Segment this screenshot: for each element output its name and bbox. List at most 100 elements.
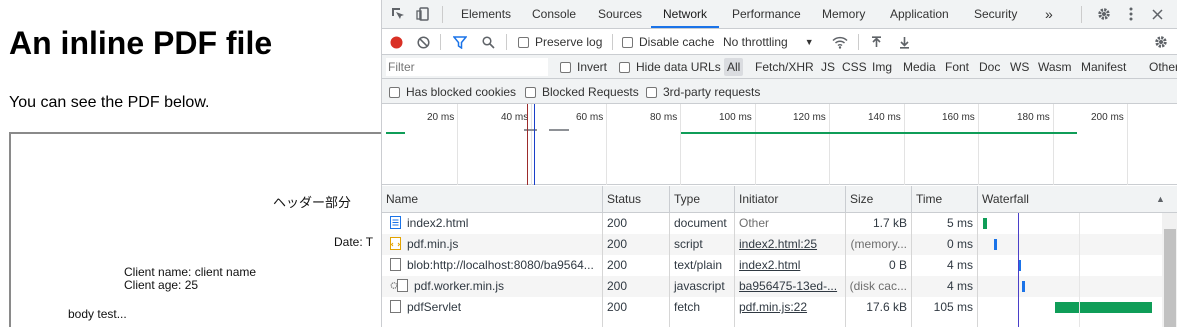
tab-network[interactable]: Network — [651, 0, 720, 28]
sort-ascending-icon[interactable]: ▲ — [1156, 194, 1165, 204]
column-divider — [734, 213, 735, 327]
tab-application[interactable]: Application — [890, 0, 949, 28]
scrollbar-thumb[interactable] — [1164, 229, 1176, 327]
filter-type-manifest[interactable]: Manifest — [1078, 58, 1129, 76]
filter-type-wasm[interactable]: Wasm — [1035, 58, 1075, 76]
filter-type-fetch-xhr[interactable]: Fetch/XHR — [752, 58, 817, 76]
invert-checkbox[interactable]: Invert — [560, 60, 607, 74]
cell-time: 5 ms — [946, 216, 973, 230]
filter-type-other[interactable]: Other — [1146, 58, 1177, 76]
table-row[interactable]: pdf.worker.min.js 200 javascript ba956475-1… — [382, 276, 1162, 297]
filter-type-js[interactable]: JS — [818, 58, 838, 76]
record-icon[interactable] — [388, 34, 404, 50]
scrollbar[interactable] — [1162, 213, 1177, 327]
gear-file-icon — [390, 278, 408, 297]
cell-size: (memory... — [850, 237, 907, 251]
overview-tick-label: 20 ms — [427, 112, 455, 123]
cell-type: text/plain — [674, 258, 723, 272]
table-row[interactable]: pdf.min.js 200 script index2.html:25 (memory… — [382, 234, 1162, 255]
column-header-time[interactable]: Time — [911, 186, 977, 213]
cell-size: 17.6 kB — [866, 300, 907, 314]
import-har-icon[interactable] — [868, 34, 884, 50]
checkbox-box[interactable] — [518, 36, 529, 48]
preserve-log-checkbox[interactable]: Preserve log — [518, 35, 602, 49]
filter-input[interactable] — [386, 58, 548, 76]
settings-gear-icon[interactable] — [1096, 6, 1112, 22]
filter-type-css[interactable]: CSS — [839, 58, 870, 76]
network-conditions-icon[interactable] — [831, 34, 849, 50]
filter-type-all[interactable]: All — [724, 58, 744, 76]
filter-type-doc[interactable]: Doc — [976, 58, 1003, 76]
cell-initiator[interactable]: ba956475-13ed-... — [734, 276, 845, 297]
tab-sources[interactable]: Sources — [598, 0, 642, 28]
more-tabs-icon[interactable]: » — [1045, 0, 1053, 28]
tab-security[interactable]: Security — [974, 0, 1017, 28]
request-name: blob:http://localhost:8080/ba9564... — [407, 258, 594, 272]
web-page: An inline PDF file You can see the PDF b… — [0, 0, 381, 327]
timeline-overview[interactable]: 20 ms 40 ms 60 ms 80 ms 100 ms 120 ms 14… — [382, 104, 1177, 185]
tab-performance[interactable]: Performance — [732, 0, 801, 28]
column-header-waterfall[interactable]: Waterfall — [977, 186, 1177, 213]
hide-data-urls-checkbox[interactable]: Hide data URLs — [619, 60, 721, 74]
overview-tick-label: 100 ms — [719, 112, 752, 123]
checkbox-box[interactable] — [622, 36, 633, 48]
clear-icon[interactable] — [415, 34, 431, 50]
file-icon — [390, 299, 401, 318]
table-row[interactable]: blob:http://localhost:8080/ba9564... 200 t… — [382, 255, 1162, 276]
device-toolbar-icon[interactable] — [415, 6, 431, 22]
inspect-element-icon[interactable] — [390, 6, 406, 22]
dom-content-loaded-line — [534, 104, 535, 185]
third-party-checkbox[interactable]: 3rd-party requests — [646, 85, 760, 99]
filter-funnel-icon[interactable] — [452, 34, 468, 50]
throttling-select[interactable]: No throttling ▼ — [723, 35, 814, 49]
overview-tick-label: 60 ms — [576, 112, 604, 123]
checkbox-box[interactable] — [646, 86, 657, 98]
checkbox-box[interactable] — [619, 61, 630, 73]
checkbox-box[interactable] — [389, 86, 400, 98]
cell-name: pdfServlet — [382, 297, 602, 318]
toolbar-divider — [1081, 6, 1082, 23]
disable-cache-checkbox[interactable]: Disable cache — [622, 35, 714, 49]
column-divider — [669, 213, 670, 327]
checkbox-box[interactable] — [525, 86, 536, 98]
filter-type-media[interactable]: Media — [900, 58, 939, 76]
script-icon — [390, 236, 401, 255]
search-icon[interactable] — [480, 34, 496, 50]
table-row[interactable]: index2.html 200 document Other 1.7 kB 5 ms — [382, 213, 1162, 234]
column-header-initiator[interactable]: Initiator — [734, 186, 845, 213]
tab-memory[interactable]: Memory — [822, 0, 865, 28]
devtools-tab-bar: Elements Console Sources Network Perform… — [382, 0, 1177, 29]
filter-type-ws[interactable]: WS — [1007, 58, 1032, 76]
cell-time: 4 ms — [946, 279, 973, 293]
column-header-status[interactable]: Status — [602, 186, 669, 213]
checkbox-box[interactable] — [560, 61, 571, 73]
filter-type-img[interactable]: Img — [869, 58, 895, 76]
column-header-name[interactable]: Name — [382, 186, 602, 213]
tab-elements[interactable]: Elements — [461, 0, 511, 28]
overview-tick-label: 140 ms — [868, 112, 901, 123]
close-devtools-icon[interactable] — [1149, 6, 1165, 22]
overview-request-bar — [681, 132, 1077, 134]
cell-initiator[interactable]: index2.html:25 — [734, 234, 845, 255]
cell-initiator[interactable]: pdf.min.js:22 — [734, 297, 845, 318]
request-name: pdf.worker.min.js — [414, 279, 505, 293]
network-settings-gear-icon[interactable] — [1153, 34, 1169, 50]
waterfall-event-line — [1018, 213, 1019, 327]
export-har-icon[interactable] — [896, 34, 912, 50]
file-icon — [390, 257, 401, 276]
pdf-embed[interactable]: ヘッダー部分 Date: T Client name: client name … — [9, 132, 381, 327]
has-blocked-cookies-checkbox[interactable]: Has blocked cookies — [389, 85, 516, 99]
filter-type-font[interactable]: Font — [942, 58, 972, 76]
cell-size: 0 B — [888, 258, 907, 272]
more-options-icon[interactable] — [1123, 6, 1139, 22]
table-row[interactable]: pdfServlet 200 fetch pdf.min.js:22 17.6 kB 10… — [382, 297, 1162, 318]
column-header-size[interactable]: Size — [845, 186, 911, 213]
load-event-line — [527, 104, 528, 185]
overview-gridline — [606, 104, 607, 185]
tab-console[interactable]: Console — [532, 0, 576, 28]
blocked-requests-checkbox[interactable]: Blocked Requests — [525, 85, 639, 99]
pdf-header-text: ヘッダー部分 — [273, 195, 352, 210]
column-divider — [977, 213, 978, 327]
cell-initiator[interactable]: index2.html — [734, 255, 845, 276]
column-header-type[interactable]: Type — [669, 186, 734, 213]
